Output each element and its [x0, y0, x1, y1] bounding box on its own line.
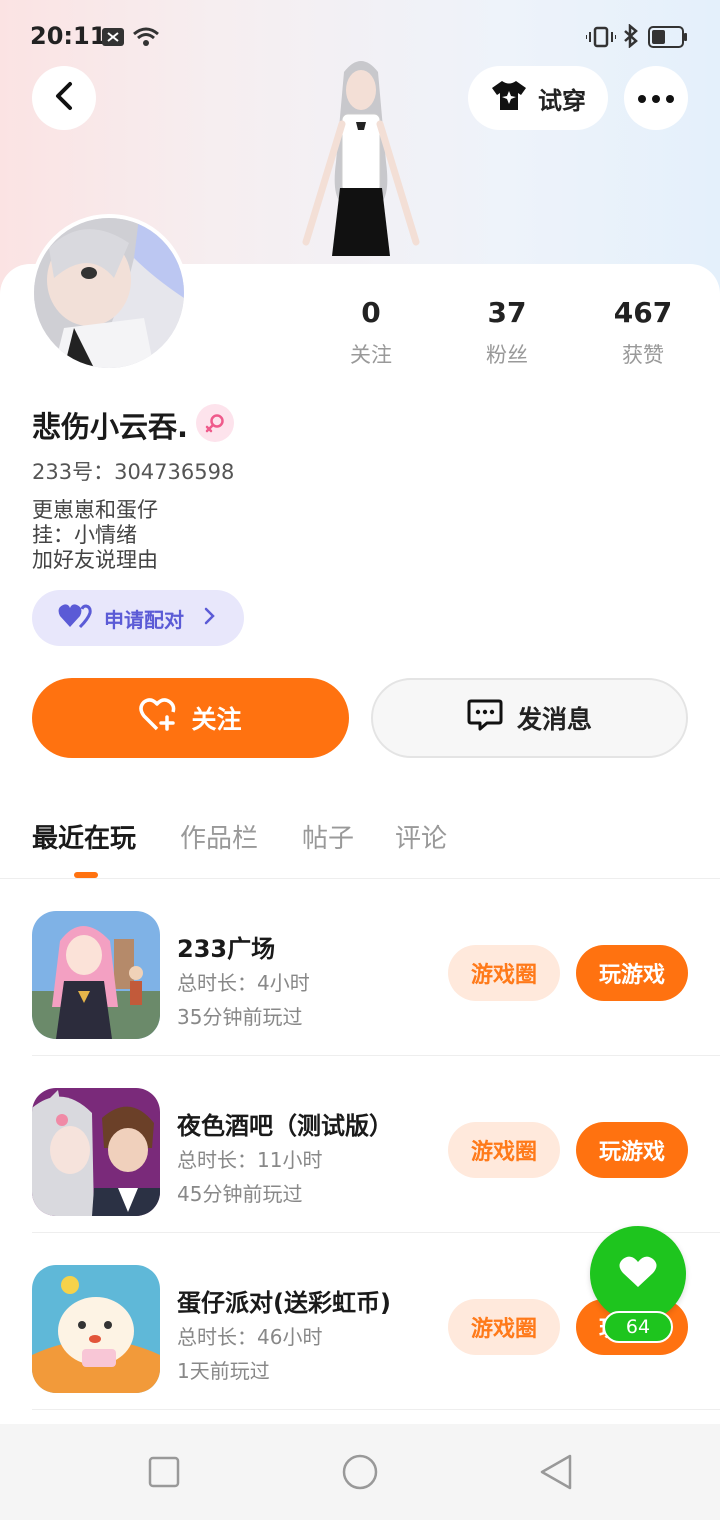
status-bar: 20:11: [0, 0, 720, 72]
game-title: 蛋仔派对(送彩虹币): [177, 1289, 391, 1317]
game-icon: [32, 911, 160, 1039]
pair-label: 申请配对: [104, 607, 184, 632]
profile-bio: 更崽崽和蛋仔 挂：小情绪 加好友说理由: [32, 498, 158, 573]
more-button[interactable]: [624, 66, 688, 130]
game-circle-button[interactable]: 游戏圈: [448, 945, 560, 1001]
chevron-left-icon: [53, 81, 75, 115]
game-circle-button[interactable]: 游戏圈: [448, 1299, 560, 1355]
system-nav-bar: [0, 1424, 720, 1520]
apply-pair-button[interactable]: 申请配对: [32, 590, 244, 646]
like-count-badge: 64: [603, 1311, 673, 1343]
follow-label: 关注: [191, 705, 242, 734]
battery-icon: [648, 26, 688, 52]
wifi-icon: [132, 26, 160, 52]
message-label: 发消息: [516, 705, 592, 734]
notification-icon: [102, 28, 124, 50]
stat-following[interactable]: 0 关注: [321, 296, 421, 369]
game-circle-button[interactable]: 游戏圈: [448, 1122, 560, 1178]
chat-bubble-icon: [467, 698, 503, 738]
bio-line: 更崽崽和蛋仔: [32, 498, 158, 522]
follow-button[interactable]: 关注: [32, 678, 349, 758]
stat-value: 467: [613, 296, 673, 329]
chevron-right-icon: [204, 606, 216, 630]
send-message-button[interactable]: 发消息: [371, 678, 688, 758]
tryon-button[interactable]: 试穿: [468, 66, 608, 130]
stat-value: 37: [487, 296, 527, 329]
game-last-played: 45分钟前玩过: [177, 1182, 303, 1206]
hearts-icon: [58, 603, 92, 634]
game-title: 233广场: [177, 935, 276, 963]
game-duration: 总时长：4小时: [177, 971, 310, 995]
tab-posts[interactable]: 帖子: [302, 818, 354, 855]
game-last-played: 35分钟前玩过: [177, 1005, 303, 1029]
heart-icon: [618, 1255, 658, 1293]
profile-name: 悲伤小云吞.: [32, 410, 189, 444]
play-game-button[interactable]: 玩游戏: [576, 1122, 688, 1178]
stat-label: 关注: [350, 343, 392, 367]
game-duration: 总时长：11小时: [177, 1148, 323, 1172]
heart-plus-icon: [139, 698, 177, 738]
back-nav-icon[interactable]: [538, 1453, 574, 1495]
tab-works[interactable]: 作品栏: [180, 818, 258, 855]
list-divider: [32, 1409, 720, 1410]
stat-label: 粉丝: [486, 343, 528, 367]
game-icon: [32, 1088, 160, 1216]
bio-line: 挂：小情绪: [32, 523, 137, 547]
tab-recently-played[interactable]: 最近在玩: [32, 818, 136, 855]
female-gender-icon: [196, 404, 234, 442]
game-icon: [32, 1265, 160, 1393]
stat-value: 0: [361, 296, 381, 329]
recent-apps-icon[interactable]: [148, 1456, 180, 1492]
bio-line: 加好友说理由: [32, 548, 158, 572]
avatar[interactable]: [30, 214, 188, 372]
profile-uid: 233号：304736598: [32, 460, 235, 484]
status-time: 20:11: [30, 22, 107, 50]
floating-like-button[interactable]: [590, 1226, 686, 1322]
tshirt-icon: [490, 79, 528, 117]
back-button[interactable]: [32, 66, 96, 130]
game-title: 夜色酒吧（测试版）: [177, 1112, 393, 1140]
stat-fans[interactable]: 37 粉丝: [457, 296, 557, 369]
stat-label: 获赞: [622, 343, 664, 367]
stat-likes[interactable]: 467 获赞: [593, 296, 693, 369]
game-list-item[interactable]: 夜色酒吧（测试版） 总时长：11小时 45分钟前玩过 游戏圈 玩游戏: [0, 1056, 720, 1233]
home-icon[interactable]: [341, 1453, 379, 1495]
play-game-button[interactable]: 玩游戏: [576, 945, 688, 1001]
game-last-played: 1天前玩过: [177, 1359, 270, 1383]
game-duration: 总时长：46小时: [177, 1325, 323, 1349]
vibrate-icon: [585, 26, 617, 52]
bluetooth-icon: [622, 23, 640, 52]
more-dots-icon: [637, 89, 675, 108]
game-list-item[interactable]: 233广场 总时长：4小时 35分钟前玩过 游戏圈 玩游戏: [0, 879, 720, 1056]
character-figure: [302, 61, 420, 256]
tab-comments[interactable]: 评论: [395, 818, 447, 855]
tryon-label: 试穿: [538, 86, 586, 115]
